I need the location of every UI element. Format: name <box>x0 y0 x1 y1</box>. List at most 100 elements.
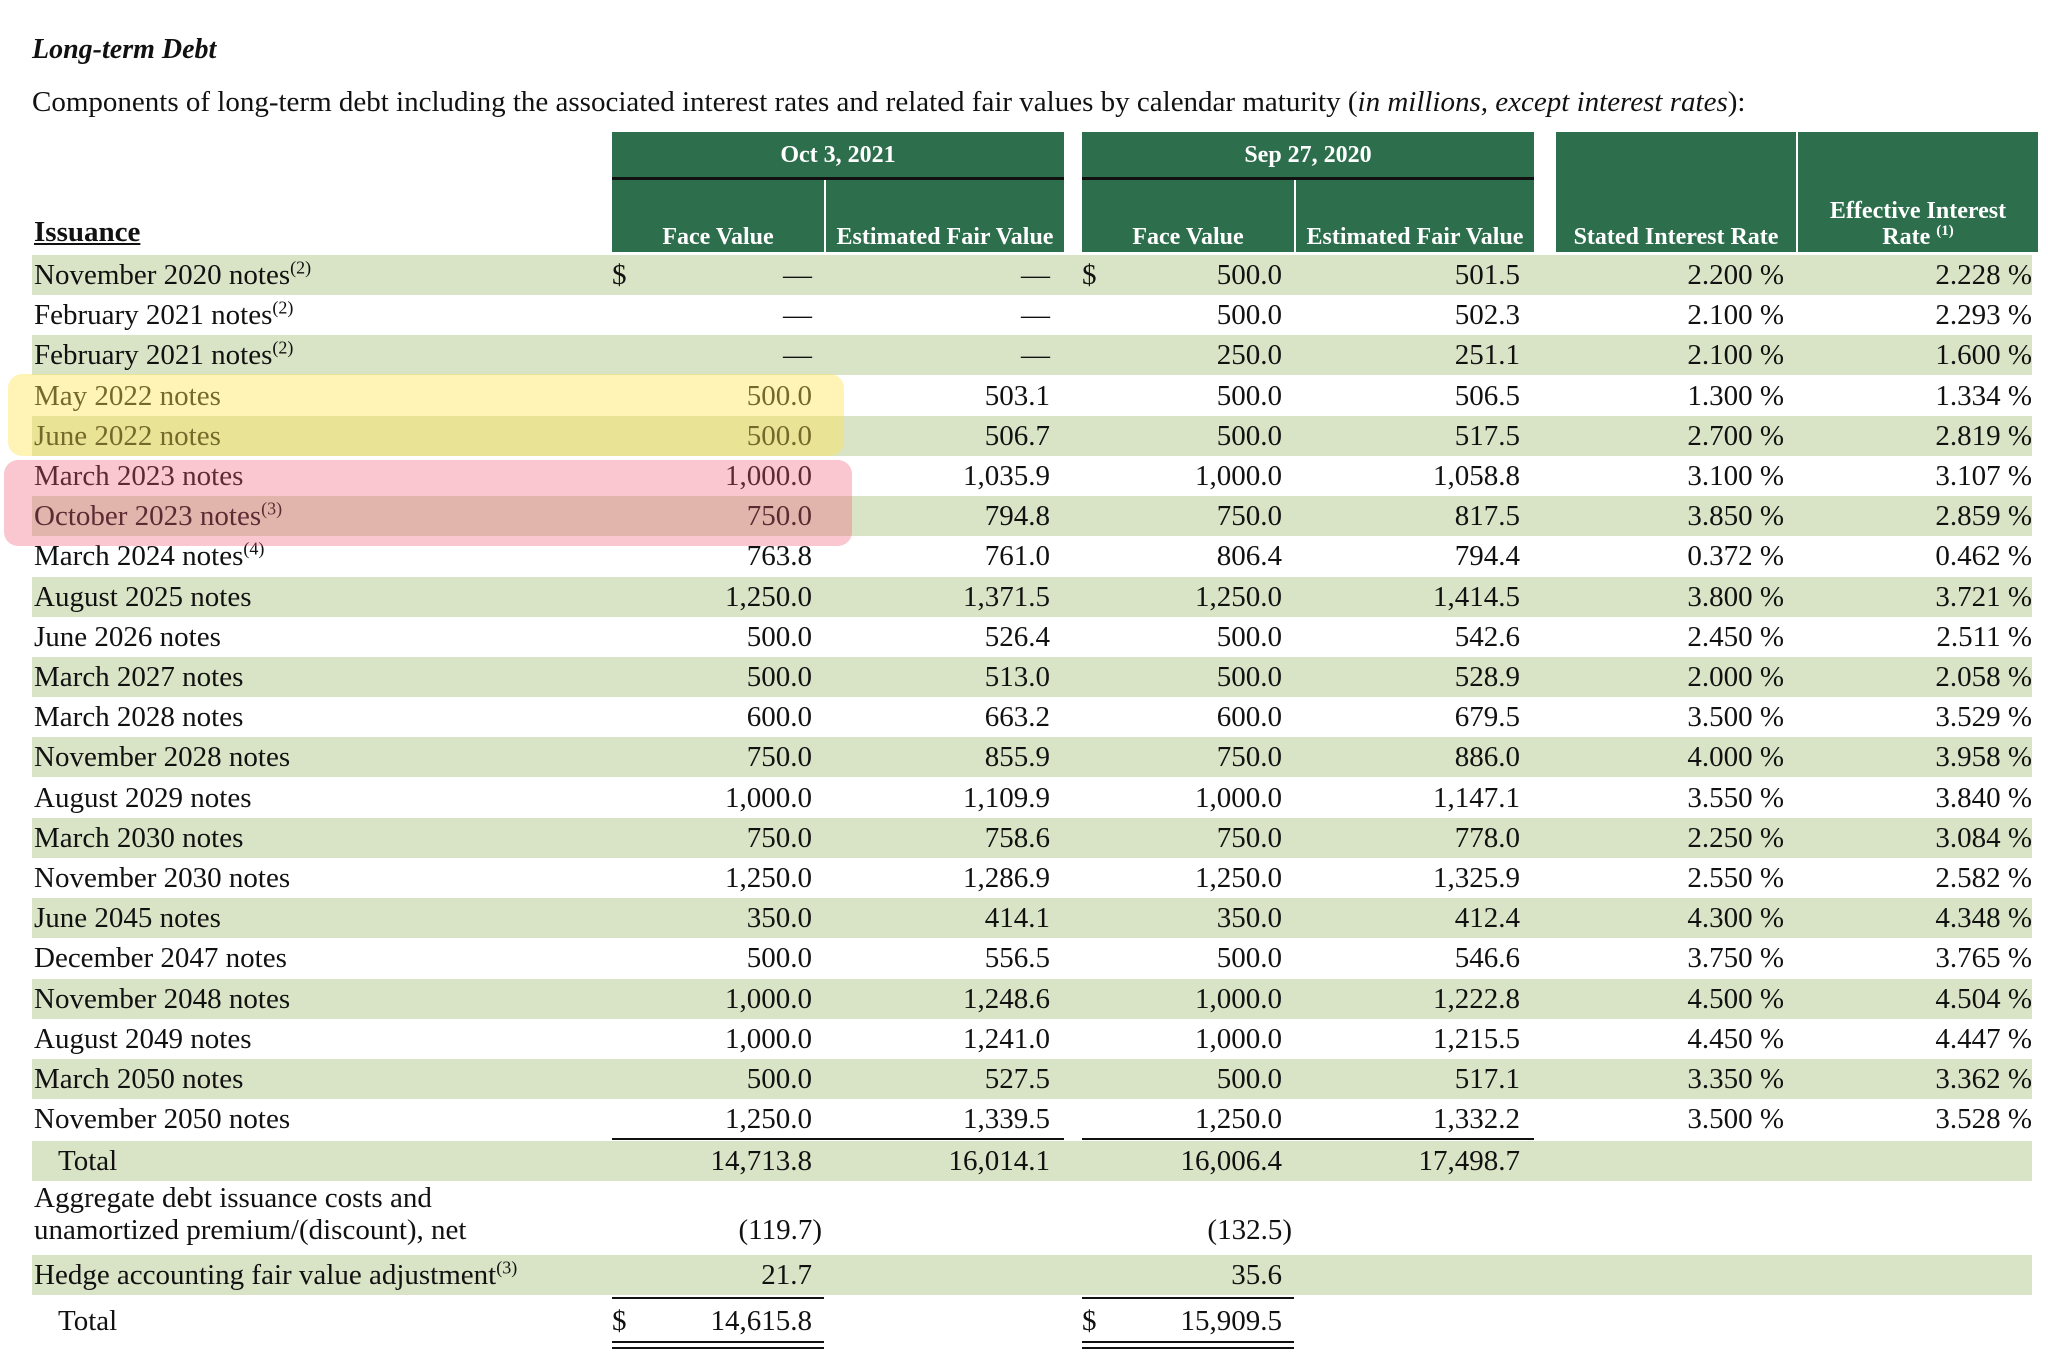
table-row: December 2047 notes 500.0 556.5 500.0 546.6 3… <box>32 938 2032 978</box>
row-label-text: June 2026 notes <box>34 621 221 653</box>
table-row: March 2050 notes 500.0 527.5 500.0 517.1 3.35… <box>32 1059 2032 1099</box>
footnote-marker: (2) <box>290 257 312 278</box>
table-row: August 2029 notes 1,000.0 1,109.9 1,000.0 1,… <box>32 778 2032 818</box>
row-label-text: February 2021 notes <box>34 339 273 371</box>
face-value-2020: 500.0 <box>1216 621 1282 653</box>
face-value-2020: 500.0 <box>1216 299 1282 331</box>
fair-value-2020: 412.4 <box>1454 902 1520 934</box>
stated-rate: 2.200 % <box>1687 259 1784 291</box>
face-value-2021: 500.0 <box>746 942 812 974</box>
row-label: August 2029 notes <box>34 778 252 818</box>
total-rule <box>612 1138 1064 1140</box>
fair-value-2020: 1,058.8 <box>1433 460 1520 492</box>
table-row: August 2025 notes 1,250.0 1,371.5 1,250.0 1,… <box>32 577 2032 617</box>
row-label-text: March 2050 notes <box>34 1063 244 1095</box>
fair-value-2021: 1,109.9 <box>963 782 1050 814</box>
fair-value-2021: — <box>1021 259 1050 291</box>
row-label-text: August 2049 notes <box>34 1023 252 1055</box>
face-value-2020: 1,250.0 <box>1195 1103 1282 1135</box>
fair-value-2021: 1,241.0 <box>963 1023 1050 1055</box>
effective-rate: 2.582 % <box>1935 862 2032 894</box>
stated-rate: 3.750 % <box>1687 942 1784 974</box>
aggregate-label-line2: unamortized premium/(discount), net <box>34 1214 467 1246</box>
header-group-sep-2020: Sep 27, 2020 <box>1082 132 1534 178</box>
fair-value-2021: 1,339.5 <box>963 1103 1050 1135</box>
effective-rate: 2.228 % <box>1935 259 2032 291</box>
effective-rate: 4.447 % <box>1935 1023 2032 1055</box>
face-value-2021: — <box>783 259 812 291</box>
table-row: March 2028 notes 600.0 663.2 600.0 679.5 3.50… <box>32 697 2032 737</box>
fair-value-2020: 506.5 <box>1454 380 1520 412</box>
table-row: August 2049 notes 1,000.0 1,241.0 1,000.0 1,… <box>32 1019 2032 1059</box>
row-label: November 2050 notes <box>34 1099 290 1139</box>
fair-value-2021: 503.1 <box>984 380 1050 412</box>
total-value: 16,006.4 <box>1180 1145 1283 1177</box>
table-row: June 2045 notes 350.0 414.1 350.0 412.4 4.300… <box>32 898 2032 938</box>
aggregate-value-2020: (132.5) <box>1207 1214 1292 1246</box>
fair-value-2021: 663.2 <box>984 701 1050 733</box>
fair-value-2021: 414.1 <box>984 902 1050 934</box>
effective-rate: 3.084 % <box>1935 822 2032 854</box>
table-row: February 2021 notes(2) — — 500.0 502.3 2.100 … <box>32 295 2032 335</box>
fair-value-2020: 501.5 <box>1454 259 1520 291</box>
effective-rate: 3.840 % <box>1935 782 2032 814</box>
stated-rate: 3.800 % <box>1687 581 1784 613</box>
red-highlight-mark <box>4 460 852 546</box>
table-row: March 2030 notes 750.0 758.6 750.0 778.0 2.25… <box>32 818 2032 858</box>
total-label: Total <box>58 1145 118 1177</box>
stated-rate: 3.350 % <box>1687 1063 1784 1095</box>
double-underline <box>1082 1347 1294 1349</box>
row-label-text: March 2028 notes <box>34 701 244 733</box>
section-title: Long-term Debt <box>32 34 217 65</box>
header-group-oct-2021: Oct 3, 2021 <box>612 132 1064 178</box>
fair-value-2020: 517.1 <box>1454 1063 1520 1095</box>
fair-value-2020: 886.0 <box>1454 741 1520 773</box>
grand-total-2021: 14,615.8 <box>710 1305 813 1337</box>
fair-value-2020: 502.3 <box>1454 299 1520 331</box>
fair-value-2020: 817.5 <box>1454 500 1520 532</box>
effective-rate: 2.819 % <box>1935 420 2032 452</box>
fair-value-2021: — <box>1021 339 1050 371</box>
fair-value-2020: 517.5 <box>1454 420 1520 452</box>
row-label: March 2027 notes <box>34 657 243 697</box>
effective-rate: 2.058 % <box>1935 661 2032 693</box>
row-label-text: November 2048 notes <box>34 983 291 1015</box>
footnote-marker: (3) <box>496 1257 518 1278</box>
face-value-2020: 750.0 <box>1216 500 1282 532</box>
face-value-2020: 1,250.0 <box>1195 862 1282 894</box>
row-label: March 2030 notes <box>34 818 243 858</box>
fair-value-2020: 778.0 <box>1454 822 1520 854</box>
stated-rate: 2.550 % <box>1687 862 1784 894</box>
row-label-text: June 2045 notes <box>34 902 221 934</box>
table-row: November 2028 notes 750.0 855.9 750.0 886.0 4… <box>32 737 2032 777</box>
stated-rate: 2.250 % <box>1687 822 1784 854</box>
fair-value-2020: 1,215.5 <box>1433 1023 1520 1055</box>
stated-rate: 2.100 % <box>1687 339 1784 371</box>
header-est-fair-value-2021: Estimated Fair Value <box>826 180 1064 252</box>
face-value-2021: 750.0 <box>746 741 812 773</box>
stated-rate: 4.500 % <box>1687 983 1784 1015</box>
effective-rate: 3.529 % <box>1935 701 2032 733</box>
face-value-2020: 350.0 <box>1216 902 1282 934</box>
effective-rate: 0.462 % <box>1935 540 2032 572</box>
effective-rate: 1.334 % <box>1935 380 2032 412</box>
face-value-2021: 1,250.0 <box>725 862 812 894</box>
stated-rate: 4.000 % <box>1687 741 1784 773</box>
face-value-2020: 1,000.0 <box>1195 782 1282 814</box>
grand-total-label: Total <box>58 1305 118 1337</box>
stated-rate: 4.450 % <box>1687 1023 1784 1055</box>
fair-value-2020: 1,332.2 <box>1433 1103 1520 1135</box>
row-label-text: February 2021 notes <box>34 299 273 331</box>
row-label: November 2028 notes <box>34 737 290 777</box>
row-label: March 2050 notes <box>34 1059 243 1099</box>
fair-value-2021: 1,371.5 <box>963 581 1050 613</box>
document-page: Long-term Debt Components of long-term d… <box>0 0 2048 1356</box>
effective-rate: 3.362 % <box>1935 1063 2032 1095</box>
hedge-row: Hedge accounting fair value adjustment(3… <box>32 1255 2032 1295</box>
face-value-2020: 750.0 <box>1216 822 1282 854</box>
row-label: November 2020 notes(2) <box>34 255 311 295</box>
effective-rate: 3.765 % <box>1935 942 2032 974</box>
row-label-text: November 2050 notes <box>34 1103 291 1135</box>
stated-rate: 3.550 % <box>1687 782 1784 814</box>
face-value-2020: 806.4 <box>1216 540 1282 572</box>
